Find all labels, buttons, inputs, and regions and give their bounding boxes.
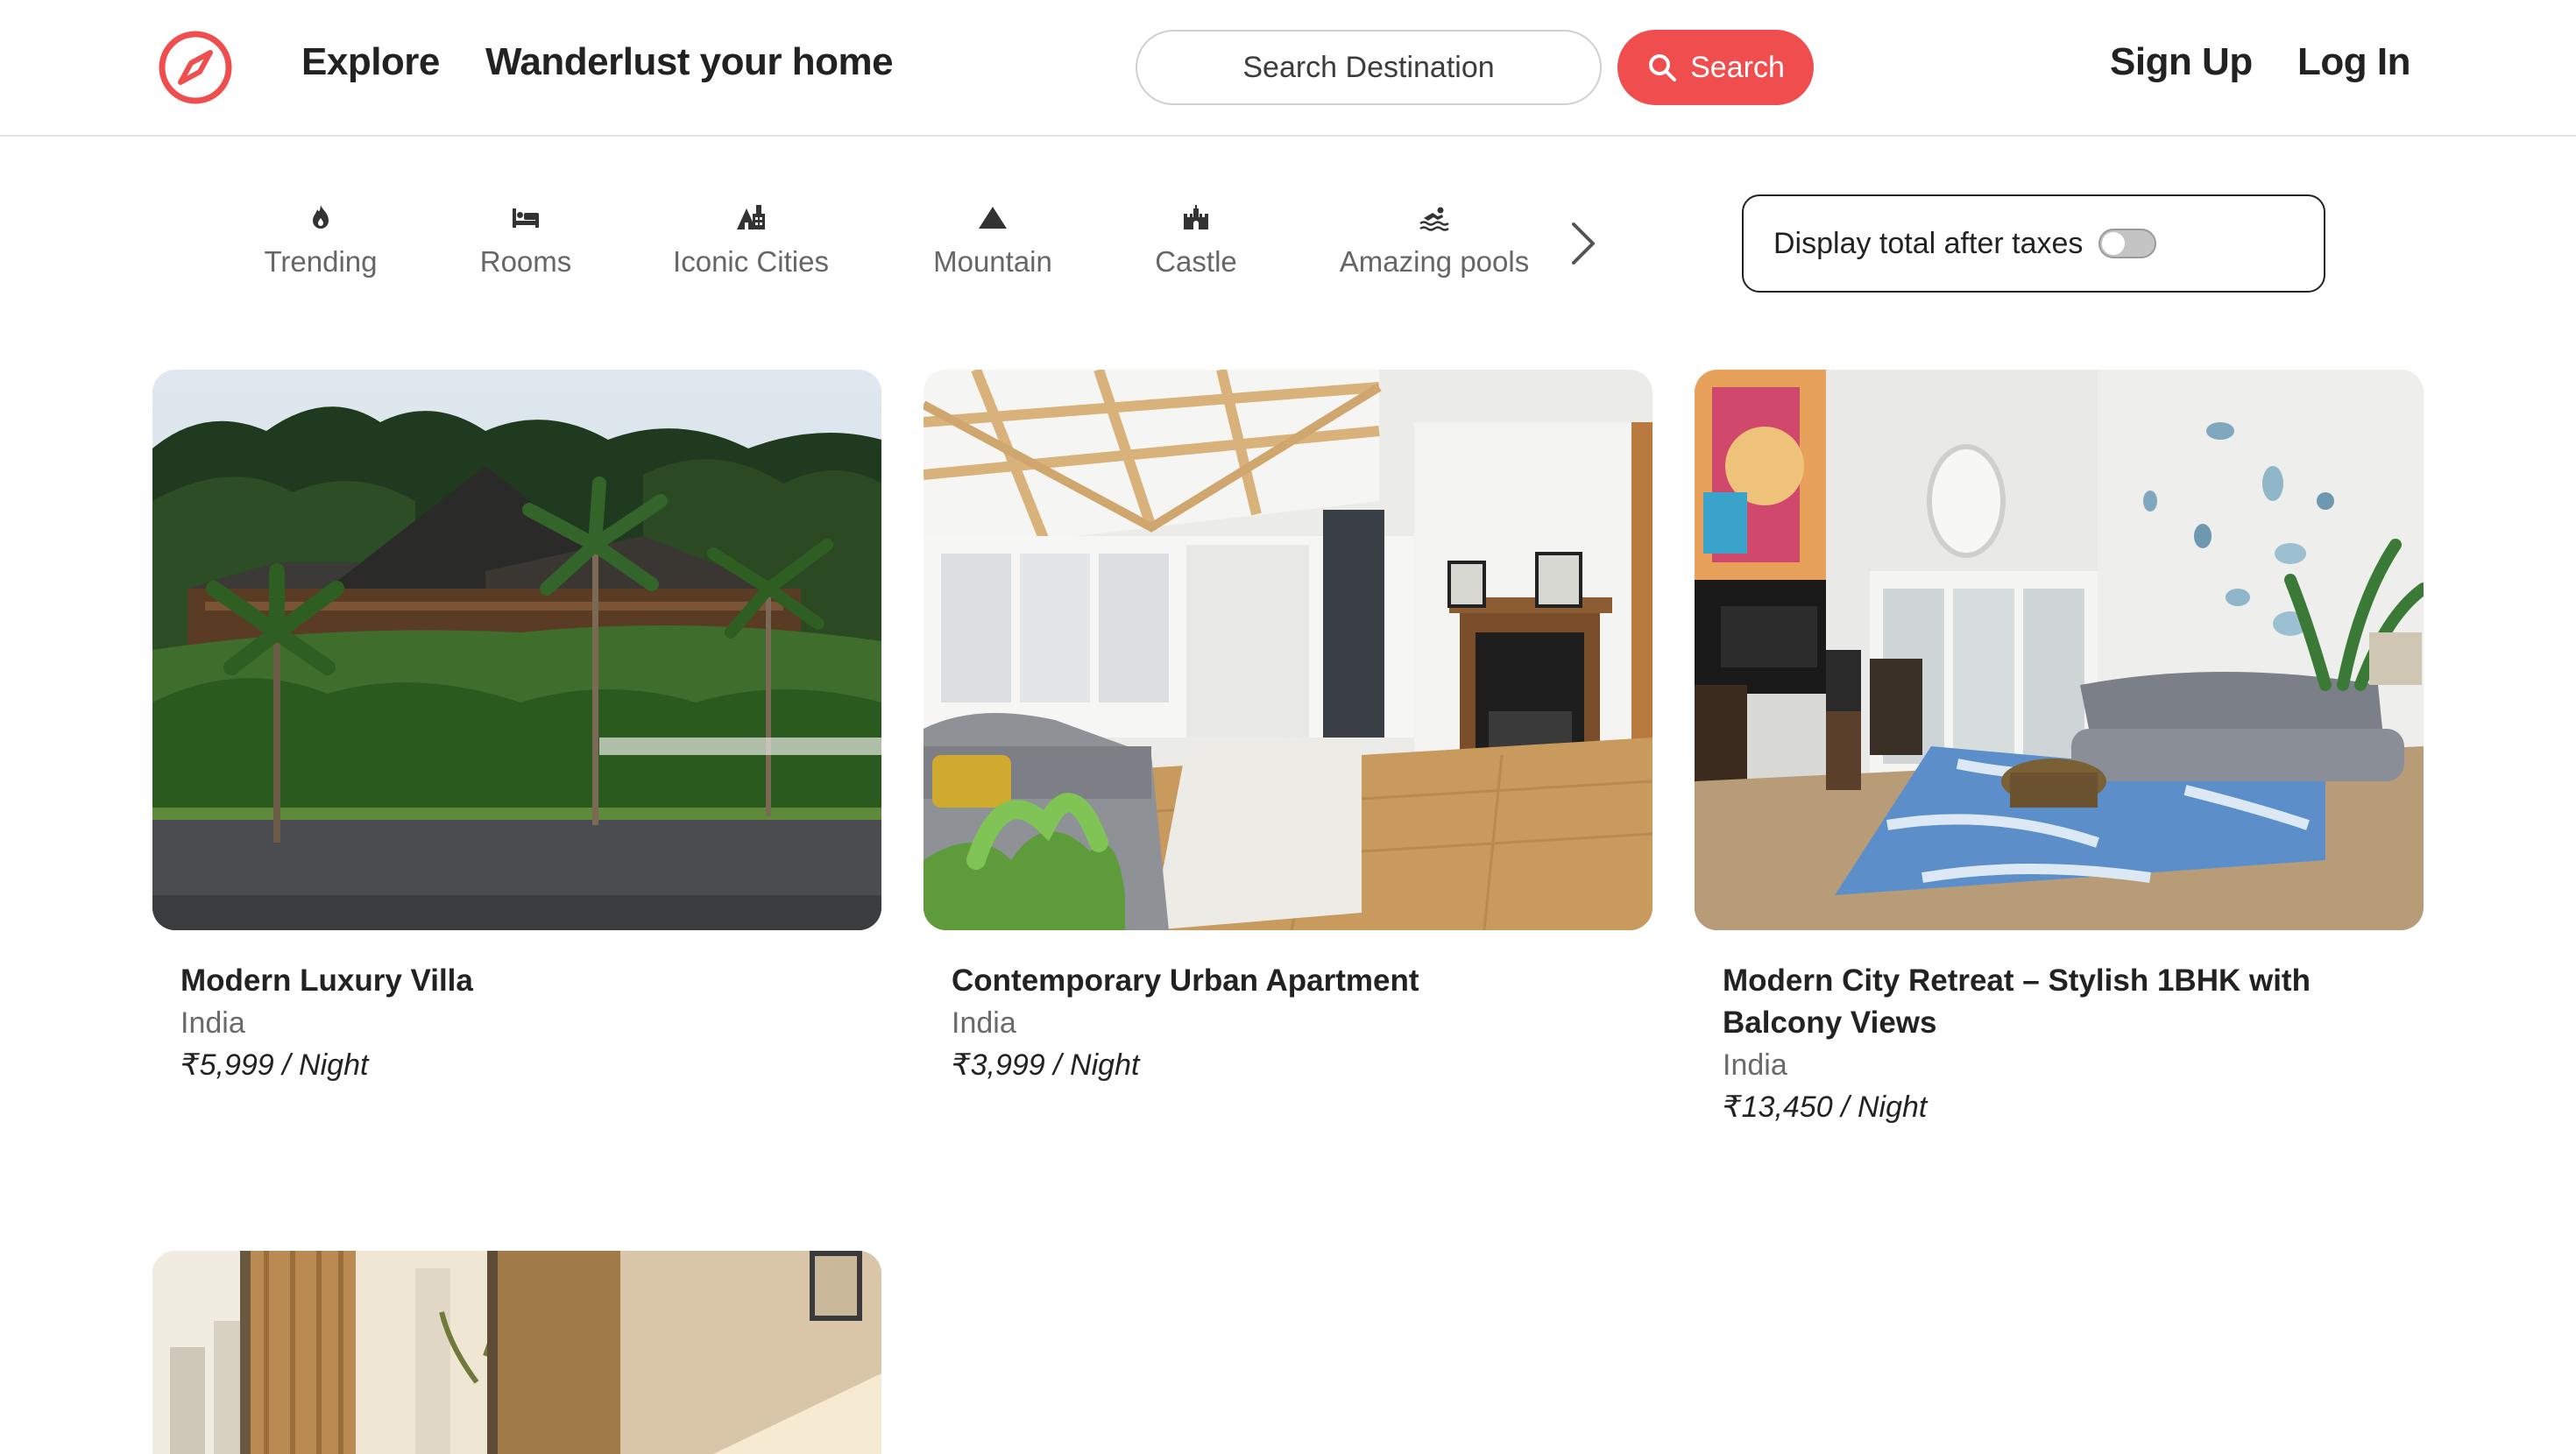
nav-wanderlust-home-link[interactable]: Wanderlust your home [485,40,894,84]
listing-location: India [952,1006,1016,1040]
category-filters: Trending Rooms Iconic Cities Mountain Ca… [0,137,2576,338]
listing-card[interactable] [152,1251,881,1454]
listing-image[interactable] [1695,370,2424,930]
listing-price: ₹3,999 / Night [952,1048,1140,1082]
search-input[interactable] [1136,30,1602,105]
listing-image[interactable] [152,370,881,930]
sign-up-link[interactable]: Sign Up [2110,40,2253,84]
listing-price: ₹5,999 / Night [180,1048,369,1082]
listing-title: Modern City Retreat – Stylish 1BHK with … [1723,963,2311,1040]
search-button-label: Search [1690,50,1785,84]
listing-location: India [1723,1048,1787,1082]
listing-card[interactable]: Modern Luxury Villa India ₹5,999 / Night [152,370,881,1086]
search-button[interactable]: Search [1617,30,1814,105]
fire-icon [303,200,338,235]
swimmer-icon [1417,200,1452,235]
mountain-icon [975,200,1010,235]
castle-icon [1178,200,1214,235]
listing-title: Modern Luxury Villa [180,963,473,998]
filter-label: Iconic Cities [673,245,829,278]
filter-rooms[interactable]: Rooms [473,200,578,279]
chevron-right-icon[interactable] [1565,217,1600,270]
listing-location: India [180,1006,245,1040]
tax-toggle-switch[interactable] [2098,229,2157,258]
navbar: Explore Wanderlust your home Search Sign… [0,0,2576,137]
listing-title: Contemporary Urban Apartment [952,963,1419,998]
city-icon [733,200,768,235]
tax-toggle-box: Display total after taxes [1742,194,2325,293]
filter-mountain[interactable]: Mountain [925,200,1060,279]
search-icon [1649,54,1677,81]
filter-label: Trending [264,245,378,278]
listing-card[interactable]: Modern City Retreat – Stylish 1BHK with … [1695,370,2424,1128]
filter-label: Castle [1155,245,1237,278]
filter-trending[interactable]: Trending [259,200,382,279]
listing-card[interactable]: Contemporary Urban Apartment India ₹3,99… [924,370,1652,1086]
bed-icon [508,200,543,235]
filter-label: Amazing pools [1339,245,1530,278]
filter-amazing-pools[interactable]: Amazing pools [1332,200,1537,279]
listing-price: ₹13,450 / Night [1723,1090,1928,1124]
compass-icon[interactable] [158,30,233,105]
filter-label: Mountain [933,245,1052,278]
listing-image[interactable] [924,370,1652,930]
filter-label: Rooms [479,245,572,278]
nav-explore-link[interactable]: Explore [301,40,440,84]
listing-image[interactable] [152,1251,881,1454]
filter-castle[interactable]: Castle [1144,200,1248,279]
filter-iconic-cities[interactable]: Iconic Cities [659,200,843,279]
tax-toggle-label: Display total after taxes [1773,226,2084,260]
log-in-link[interactable]: Log In [2297,40,2410,84]
